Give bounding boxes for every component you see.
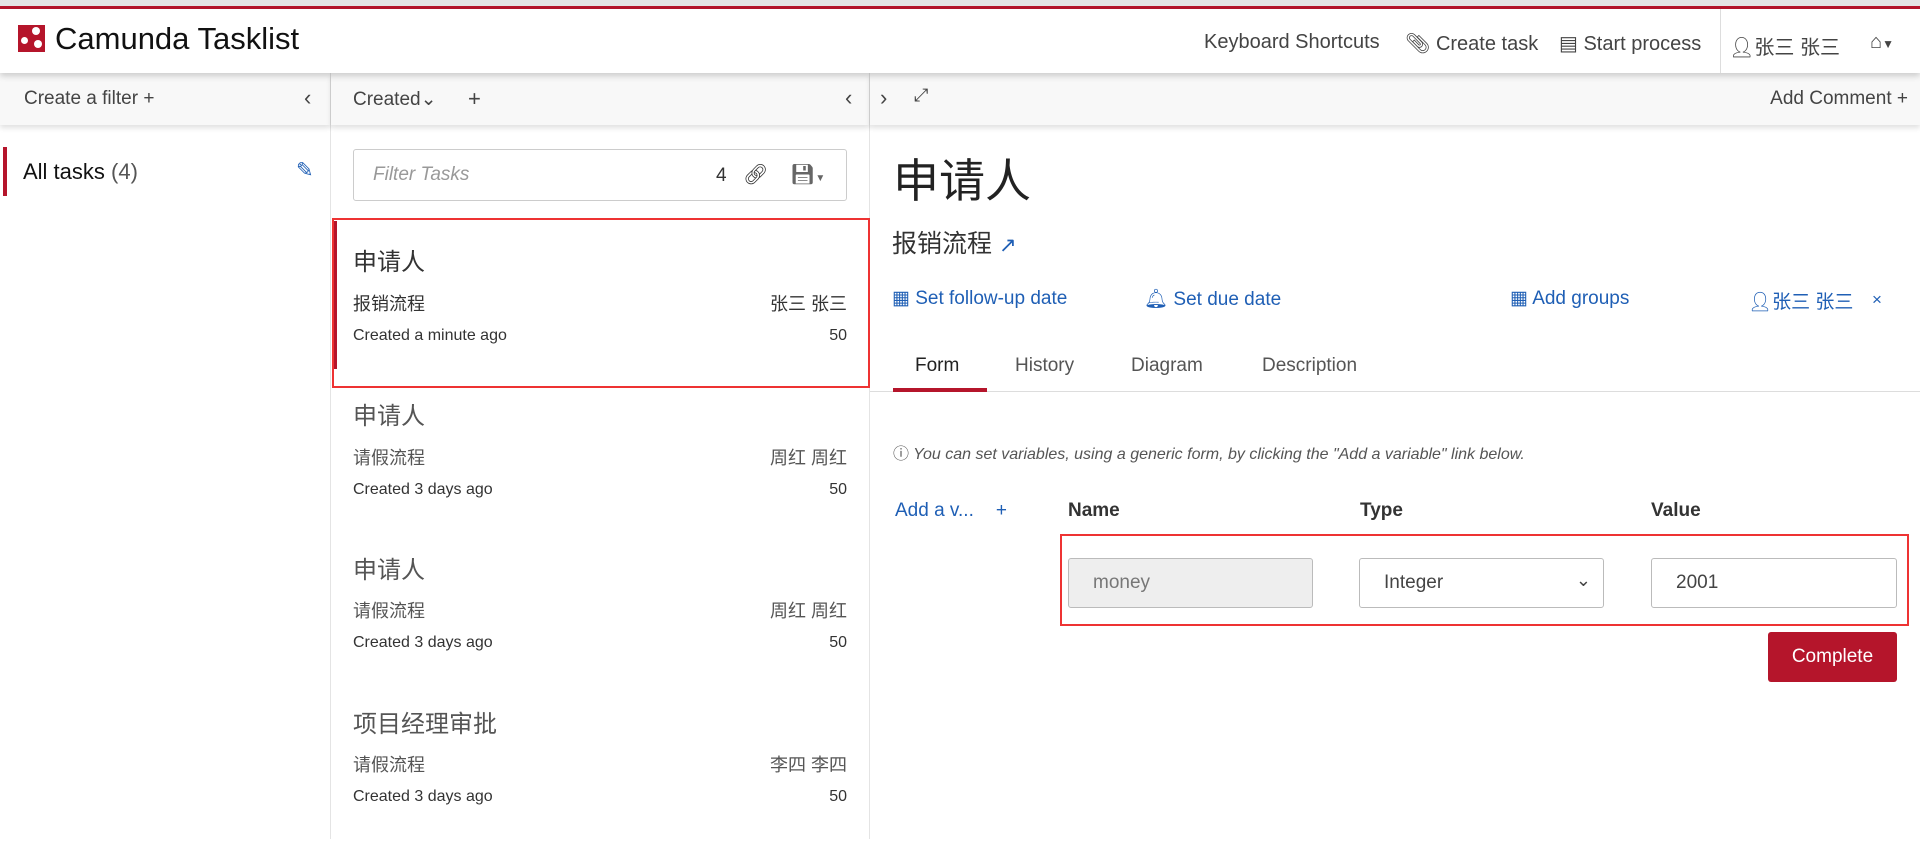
maximize-arrows-icon[interactable]: ⤢ [914,85,928,106]
home-icon: ⌂ [1870,31,1883,53]
paperclip-icon: 📎︎ [1405,33,1431,55]
tab-history[interactable]: History [1015,355,1074,377]
active-tab-underline [893,388,987,392]
variable-name-input[interactable]: money [1068,558,1313,608]
collapse-filters-chevron-left-icon[interactable]: ‹ [304,85,311,111]
active-filter-indicator [3,147,7,196]
edit-filter-pencil-icon[interactable]: ✎ [296,158,314,183]
user-menu[interactable]: 👤︎张三 张三 [1729,31,1840,60]
collapse-list-chevron-left-icon[interactable]: ‹ [845,85,852,111]
task-item[interactable]: 项目经理审批 请假流程 李四 李四 Created 3 days ago 50 [332,698,868,852]
tab-description[interactable]: Description [1262,355,1357,377]
panel-divider [869,73,870,839]
filter-all-tasks[interactable]: All tasks (4) [23,159,138,185]
set-due-date-link[interactable]: 🔔︎ Set due date [1144,287,1281,311]
nav-divider [1720,9,1721,73]
sort-created-dropdown[interactable]: Created⌄ [353,88,437,111]
set-follow-up-date-link[interactable]: ▦ Set follow-up date [892,287,1067,310]
panel-divider [330,73,331,839]
caret-down-icon: ▼ [1882,37,1894,51]
user-icon: 👤︎ [1729,37,1755,59]
external-link-icon[interactable]: ↗ [999,234,1017,257]
task-item[interactable]: 申请人 请假流程 周红 周红 Created 3 days ago 50 [332,390,868,544]
tabs-divider [870,391,1920,392]
column-name-header: Name [1068,500,1120,521]
info-message: ⓘ You can set variables, using a generic… [893,446,1525,463]
variable-value-input[interactable]: 2001 [1651,558,1897,608]
column-value-header: Value [1651,500,1701,521]
result-count: 4 [716,165,727,186]
highlight-box [332,218,870,388]
plus-icon: + [143,88,155,109]
home-menu[interactable]: ⌂▼ [1870,31,1894,54]
column-type-header: Type [1360,500,1403,521]
expand-list-chevron-right-icon[interactable]: › [880,85,887,111]
grid-icon: ▦ [1510,288,1528,309]
chevron-down-icon: ⌄ [420,89,437,110]
calendar-icon: ▦ [892,288,910,309]
plus-icon: + [995,500,1007,521]
task-title: 申请人 [893,155,1031,207]
start-process-link[interactable]: ▤ Start process [1559,31,1701,56]
tasklist-toolbar: Created⌄ + ‹ [331,73,869,125]
filter-tasks-input[interactable]: Filter Tasks 4 🔗︎ 💾︎▼ [353,149,847,201]
assignee-link[interactable]: 👤︎张三 张三 [1748,287,1853,314]
process-name[interactable]: 报销流程 ↗ [892,224,1017,260]
link-icon[interactable]: 🔗︎ [743,162,768,187]
user-icon: 👤︎ [1748,292,1773,313]
camunda-logo-icon [18,25,45,52]
unassign-close-icon[interactable]: × [1872,290,1882,310]
tab-diagram[interactable]: Diagram [1131,355,1203,377]
create-filter-button[interactable]: Create a filter + [24,88,154,110]
task-item[interactable]: 申请人 请假流程 周红 周红 Created 3 days ago 50 [332,544,868,698]
add-sorting-plus-icon[interactable]: + [468,86,481,112]
create-task-link[interactable]: 📎︎ Create task [1405,31,1538,56]
plus-icon: + [1896,88,1908,109]
add-groups-link[interactable]: ▦ Add groups [1510,287,1629,310]
chevron-down-icon: ⌄ [1575,570,1591,590]
bell-icon: 🔔︎ [1144,289,1169,310]
tab-form[interactable]: Form [915,355,959,377]
filters-toolbar: Create a filter + ‹ [0,73,330,125]
save-floppy-icon[interactable]: 💾︎▼ [790,162,825,187]
app-header: Camunda Tasklist Keyboard Shortcuts 📎︎ C… [0,9,1920,73]
keyboard-shortcuts-link[interactable]: Keyboard Shortcuts [1204,31,1380,54]
complete-button[interactable]: Complete [1768,632,1897,682]
task-item[interactable]: 申请人 报销流程 张三 张三 Created a minute ago 50 [332,218,870,388]
list-icon: ▤ [1559,33,1578,55]
detail-toolbar: › ⤢ Add Comment + [870,73,1920,125]
info-circle-icon: ⓘ [893,446,910,463]
variable-type-select[interactable]: Integer ⌄ [1359,558,1604,608]
add-comment-button[interactable]: Add Comment + [1770,88,1908,110]
add-variable-link[interactable]: Add a v... + [895,500,1007,522]
app-title[interactable]: Camunda Tasklist [55,21,299,57]
